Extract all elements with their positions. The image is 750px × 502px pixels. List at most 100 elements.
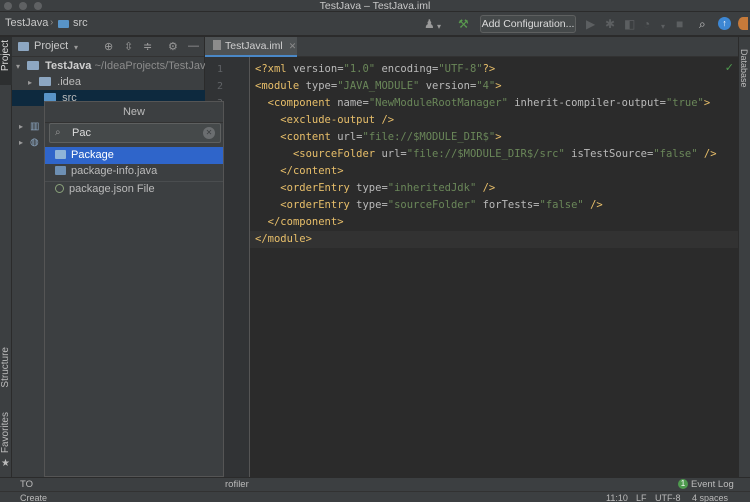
search-input[interactable] (72, 126, 202, 140)
code-token: ?> (482, 63, 496, 75)
close-icon[interactable]: ✕ (289, 41, 297, 51)
locate-target-icon[interactable]: ⊕ (104, 40, 113, 53)
event-log-tool-tab[interactable]: Event Log (691, 479, 734, 490)
search-icon[interactable]: ⌕ (699, 17, 706, 31)
build-hammer-icon[interactable]: ⚒ (458, 17, 469, 31)
code-token: "4" (476, 80, 496, 92)
collapse-all-icon[interactable]: ≑ (143, 40, 152, 53)
profiler-tool-tab[interactable]: rofiler (225, 479, 249, 490)
project-view-label[interactable]: Project (34, 40, 68, 52)
chevron-down-icon[interactable]: ▾ (16, 62, 20, 71)
user-icon[interactable]: ♟ (424, 17, 435, 31)
code-line: <sourceFolder url="file://$MODULE_DIR$/s… (255, 146, 717, 163)
chevron-right-icon[interactable]: ▸ (19, 138, 23, 147)
code-token: </module> (255, 233, 312, 245)
popup-item-label: Package (71, 149, 114, 161)
hide-panel-icon[interactable]: — (188, 40, 199, 52)
code-token: forTests= (476, 199, 540, 211)
tree-item-label: .idea (57, 76, 81, 88)
chevron-down-icon[interactable]: ▾ (74, 43, 78, 52)
folder-icon (39, 77, 52, 86)
indent-setting[interactable]: 4 spaces (692, 493, 728, 502)
title-bar: TestJava – TestJava.iml (0, 0, 750, 12)
code-token: </component> (267, 216, 344, 228)
code-token: inherit-compiler-output= (507, 97, 666, 109)
tab-testjava-iml[interactable]: TestJava.iml ✕ (205, 37, 297, 57)
iml-file-icon (213, 40, 221, 50)
code-token: "file://$MODULE_DIR$/src" (406, 148, 565, 160)
code-token: encoding= (375, 63, 439, 75)
tree-item-idea[interactable]: ▸ .idea (12, 74, 205, 90)
line-number: 1 (216, 64, 223, 75)
code-token: > (495, 80, 502, 92)
breadcrumb-project[interactable]: TestJava (5, 17, 48, 29)
add-configuration-button[interactable]: Add Configuration... (480, 15, 576, 33)
update-icon[interactable]: ↑ (718, 17, 731, 30)
chevron-right-icon[interactable]: ▸ (19, 122, 23, 131)
search-icon: ⌕ (55, 127, 61, 138)
database-tool-tab[interactable]: Database (739, 49, 749, 88)
code-token: <module (255, 80, 306, 92)
code-token: name= (337, 97, 369, 109)
tree-item-project-root[interactable]: ▾ TestJava ~/IdeaProjects/TestJava (12, 58, 205, 74)
breadcrumb-folder[interactable]: src (73, 17, 88, 29)
code-token: /> (697, 148, 717, 160)
popup-item-label: package-info.java (71, 165, 158, 177)
code-token: "false" (539, 199, 584, 211)
star-icon: ★ (1, 458, 10, 469)
breadcrumb-separator: › (50, 17, 54, 28)
gear-icon[interactable]: ⚙ (168, 40, 178, 53)
clear-search-icon[interactable]: ✕ (203, 127, 215, 139)
tree-item-path: ~/IdeaProjects/TestJava (94, 60, 205, 72)
popup-item-package-info[interactable]: package-info.java (45, 163, 223, 180)
favorites-tool-tab[interactable]: Favorites (0, 412, 11, 453)
code-token: url= (337, 131, 363, 143)
code-token: version= (292, 63, 344, 75)
code-token: </content> (280, 165, 344, 177)
code-editor[interactable]: ✓ <?xml version="1.0" encoding="UTF-8"?>… (250, 57, 738, 477)
left-tool-stripe: Project Structure Favorites ★ (0, 37, 12, 477)
code-line: </module> (250, 231, 738, 248)
right-tool-stripe: Database (738, 37, 750, 477)
code-token: > (495, 131, 502, 143)
folder-icon (58, 20, 69, 28)
structure-tool-tab[interactable]: Structure (0, 347, 11, 388)
code-token: url= (381, 148, 407, 160)
code-token: type= (305, 80, 338, 92)
inspection-ok-icon: ✓ (724, 62, 734, 74)
popup-item-label: package.json File (69, 183, 155, 195)
code-token: "inheritedJdk" (387, 182, 477, 194)
popup-title: New (45, 102, 223, 123)
more-run-chevron-icon[interactable]: ▾ (661, 20, 665, 34)
code-token: "file://$MODULE_DIR$" (362, 131, 496, 143)
file-encoding[interactable]: UTF-8 (655, 493, 681, 502)
project-view-icon (18, 42, 29, 51)
expand-all-icon[interactable]: ⇳ (124, 40, 133, 53)
caret-position[interactable]: 11:10 (606, 493, 628, 502)
stop-icon[interactable]: ■ (676, 17, 683, 31)
java-file-icon (55, 166, 66, 175)
popup-item-package[interactable]: Package (45, 147, 223, 164)
chevron-down-icon[interactable]: ▾ (437, 20, 441, 34)
debug-icon[interactable]: ✱ (605, 17, 615, 31)
todo-tool-tab[interactable]: TO (20, 479, 33, 490)
avatar[interactable] (738, 17, 748, 30)
code-line: </component> (255, 214, 344, 231)
external-libraries-icon: ▥ (30, 121, 40, 132)
project-tool-tab[interactable]: Project (0, 40, 11, 71)
code-token: "UTF-8" (438, 63, 483, 75)
line-separator[interactable]: LF (636, 493, 647, 502)
status-message: Create (20, 493, 48, 502)
code-line: <orderEntry type="sourceFolder" forTests… (255, 197, 602, 214)
code-token: <orderEntry (280, 199, 357, 211)
popup-item-package-json[interactable]: package.json File (45, 181, 223, 198)
profile-icon[interactable]: ◔ (643, 17, 650, 31)
run-icon[interactable]: ▶ (586, 17, 595, 31)
code-line: <exclude-output /> (255, 112, 394, 129)
chevron-right-icon[interactable]: ▸ (28, 78, 32, 87)
search-field[interactable]: ⌕ ✕ (49, 123, 221, 143)
coverage-icon[interactable]: ◧ (624, 17, 635, 31)
code-line: <?xml version="1.0" encoding="UTF-8"?> (255, 61, 495, 78)
